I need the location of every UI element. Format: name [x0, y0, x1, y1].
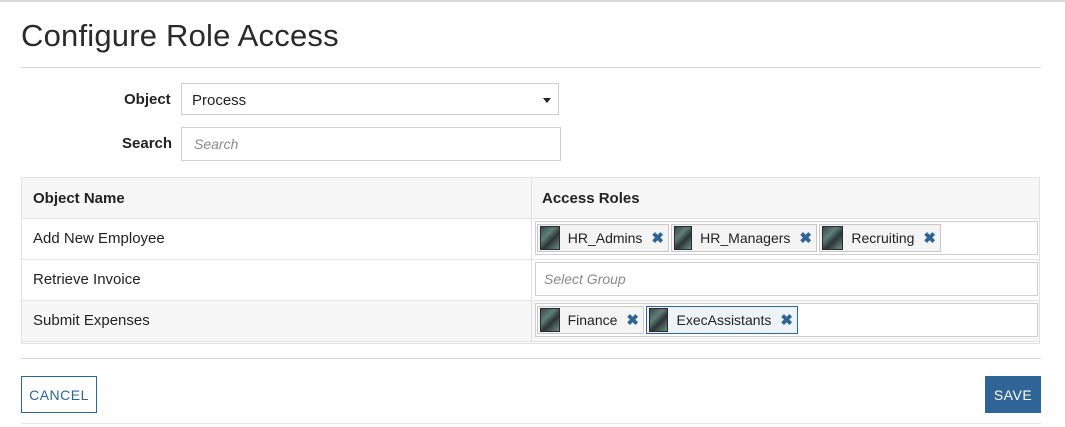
close-icon[interactable]: ✖	[626, 313, 639, 328]
bottom-border	[21, 423, 1041, 424]
search-input[interactable]	[181, 127, 561, 161]
row-object-name: Add New Employee	[33, 230, 165, 247]
close-icon[interactable]: ✖	[651, 231, 664, 246]
row-object-name: Retrieve Invoice	[33, 271, 141, 288]
role-tag: Finance ✖	[537, 306, 644, 334]
group-avatar-icon	[649, 308, 669, 332]
role-tag-label: ExecAssistants	[676, 312, 772, 328]
role-tag: HR_Admins ✖	[537, 224, 669, 252]
access-roles-field[interactable]: Select Group	[535, 262, 1038, 296]
role-tag: Recruiting ✖	[819, 224, 941, 252]
chevron-down-icon	[543, 98, 551, 103]
footer-divider	[21, 358, 1041, 359]
group-avatar-icon	[540, 308, 560, 332]
close-icon[interactable]: ✖	[923, 231, 936, 246]
search-label: Search	[122, 135, 173, 152]
role-tag-label: HR_Managers	[700, 230, 791, 246]
object-select[interactable]: Process	[181, 83, 559, 115]
close-icon[interactable]: ✖	[799, 231, 812, 246]
page-title: Configure Role Access	[21, 18, 339, 53]
group-avatar-icon	[540, 226, 560, 250]
role-tag-label: Finance	[567, 312, 618, 328]
header-access-roles: Access Roles	[542, 190, 640, 207]
header-object-name: Object Name	[33, 190, 125, 207]
select-group-placeholder: Select Group	[544, 271, 626, 287]
object-select-value: Process	[192, 92, 247, 109]
role-access-table: Object Name Access Roles Add New Employe…	[21, 177, 1040, 344]
top-border	[0, 0, 1065, 2]
save-button[interactable]: SAVE	[985, 376, 1041, 413]
access-roles-field[interactable]: HR_Admins ✖ HR_Managers ✖ Recruiting ✖	[535, 221, 1038, 255]
group-avatar-icon	[674, 226, 693, 250]
row-object-name: Submit Expenses	[33, 312, 150, 329]
role-tag: HR_Managers ✖	[671, 224, 817, 252]
access-roles-field[interactable]: Finance ✖ ExecAssistants ✖	[535, 303, 1038, 337]
object-label: Object	[124, 91, 171, 108]
group-avatar-icon	[822, 226, 844, 250]
title-divider	[21, 67, 1041, 68]
column-divider	[531, 178, 532, 343]
role-tag-label: HR_Admins	[567, 230, 643, 246]
close-icon[interactable]: ✖	[780, 313, 793, 328]
cancel-button[interactable]: CANCEL	[21, 376, 97, 413]
role-tag: ExecAssistants ✖	[646, 306, 798, 334]
role-tag-label: Recruiting	[851, 230, 915, 246]
